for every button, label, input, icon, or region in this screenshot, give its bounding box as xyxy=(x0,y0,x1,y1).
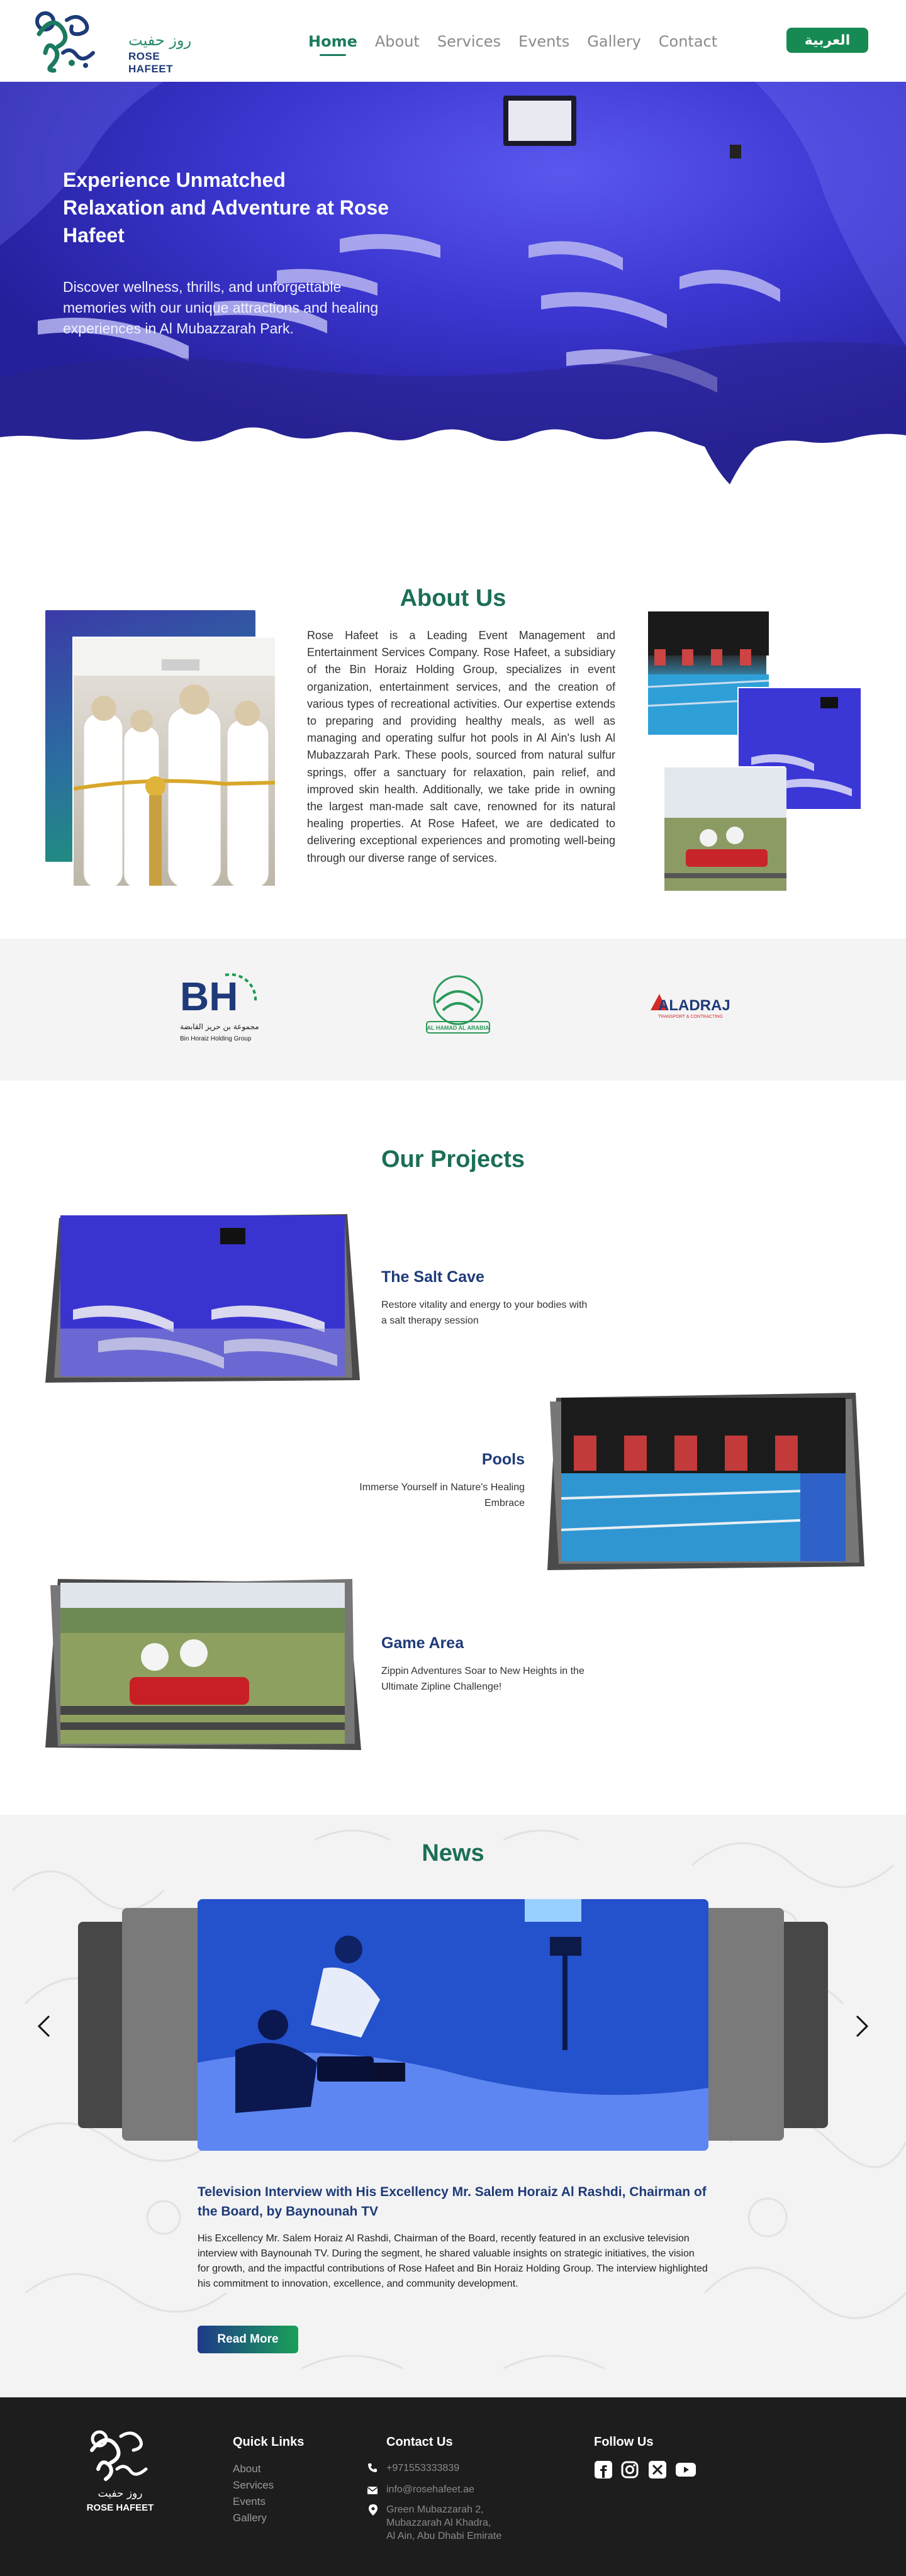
language-toggle-button[interactable]: العربية xyxy=(786,28,868,53)
chevron-left-icon xyxy=(37,2015,50,2038)
youtube-icon[interactable] xyxy=(676,2463,696,2477)
project-salt-cave-image[interactable] xyxy=(60,1215,345,1376)
nav-link-contact[interactable]: Contact xyxy=(659,33,717,52)
news-next-arrow[interactable] xyxy=(849,2009,875,2044)
footer-email[interactable]: info@rosehafeet.ae xyxy=(386,2483,474,2496)
svg-text:ROSE HAFEET: ROSE HAFEET xyxy=(87,2502,154,2513)
footer-address-line-1: Green Mubazzarah 2, xyxy=(386,2504,484,2515)
footer-link-about[interactable]: About xyxy=(233,2463,260,2475)
svg-text:Bin Horaiz Holding Group: Bin Horaiz Holding Group xyxy=(180,1035,252,1042)
about-body-text: Rose Hafeet is a Leading Event Managemen… xyxy=(307,629,615,864)
news-headline: Television Interview with His Excellency… xyxy=(198,2185,707,2219)
project-pools-image[interactable] xyxy=(561,1398,846,1561)
svg-text:TRANSPORT & CONTRACTING: TRANSPORT & CONTRACTING xyxy=(658,1015,723,1019)
top-navbar: روز حفيت ROSE HAFEET Home About Services… xyxy=(0,0,906,82)
projects-title: Our Projects xyxy=(381,1146,525,1173)
main-nav: Home About Services Events Gallery Conta… xyxy=(308,33,735,56)
footer-link-gallery[interactable]: Gallery xyxy=(233,2512,267,2524)
phone-icon xyxy=(368,2463,377,2472)
partners-strip: BH مجموعة بن حريز القابضة Bin Horaiz Hol… xyxy=(0,939,906,1081)
svg-text:ALADRAJ: ALADRAJ xyxy=(658,997,730,1014)
about-title: About Us xyxy=(400,585,506,611)
footer-quick-links-title: Quick Links xyxy=(233,2435,305,2449)
instagram-icon[interactable] xyxy=(620,2460,639,2479)
site-footer: روز حفيت ROSE HAFEET Quick Links About S… xyxy=(0,2397,906,2576)
footer-address-line-2: Mubazzarah Al Khadra, xyxy=(386,2517,491,2528)
hero-title: Experience Unmatched Relaxation and Adve… xyxy=(63,169,389,247)
nav-link-events[interactable]: Events xyxy=(518,33,569,52)
project-salt-cave-description: Restore vitality and energy to your bodi… xyxy=(381,1300,588,1326)
svg-text:روز حفيت: روز حفيت xyxy=(98,2487,143,2500)
footer-follow-title: Follow Us xyxy=(594,2435,654,2449)
read-more-button[interactable]: Read More xyxy=(198,2326,298,2353)
svg-text:AL HAMAD AL ARABIA: AL HAMAD AL ARABIA xyxy=(427,1025,489,1031)
news-prev-arrow[interactable] xyxy=(31,2009,57,2044)
news-slide-active-image[interactable] xyxy=(198,1899,708,2151)
x-icon[interactable] xyxy=(648,2460,667,2479)
svg-text:مجموعة بن حريز القابضة: مجموعة بن حريز القابضة xyxy=(180,1022,259,1032)
nav-link-about[interactable]: About xyxy=(375,33,420,52)
footer-address-line-3: Al Ain, Abu Dhabi Emirate xyxy=(386,2531,502,2541)
svg-text:BH: BH xyxy=(180,974,238,1019)
footer-contact-title: Contact Us xyxy=(386,2435,453,2449)
rose-hafeet-logo[interactable]: روز حفيت ROSE HAFEET xyxy=(33,9,203,75)
email-icon xyxy=(367,2487,378,2494)
project-pools-title: Pools xyxy=(481,1451,525,1468)
nav-link-home[interactable]: Home xyxy=(308,33,357,56)
news-section: News Television Interview with His Excel… xyxy=(0,1815,906,2397)
project-salt-cave-title: The Salt Cave xyxy=(381,1268,484,1286)
logo-text-arabic: روز حفيت xyxy=(128,31,192,49)
partner-logo-aladraj[interactable]: ALADRAJ TRANSPORT & CONTRACTING xyxy=(646,989,730,1020)
project-game-area-title: Game Area xyxy=(381,1634,464,1652)
about-collage-game-area-photo xyxy=(663,766,786,891)
facebook-icon[interactable] xyxy=(594,2460,613,2479)
footer-link-events[interactable]: Events xyxy=(233,2495,266,2508)
location-pin-icon xyxy=(369,2504,378,2516)
project-pools-description: Immerse Yourself in Nature's Healing Emb… xyxy=(359,1482,525,1508)
logo-mark-icon xyxy=(35,11,95,73)
footer-phone[interactable]: +971553333839 xyxy=(386,2462,459,2475)
logo-text-english: ROSE HAFEET xyxy=(128,50,173,75)
about-ribbon-cutting-photo xyxy=(72,637,276,887)
news-title: News xyxy=(422,1840,484,1866)
chevron-right-icon xyxy=(856,2015,869,2038)
hero-section: Experience Unmatched Relaxation and Adve… xyxy=(0,82,906,491)
partner-logo-bin-horaiz[interactable]: BH مجموعة بن حريز القابضة Bin Horaiz Hol… xyxy=(176,966,264,1048)
project-game-area-description: Zippin Adventures Soar to New Heights in… xyxy=(381,1666,584,1692)
hero-subtitle: Discover wellness, thrills, and unforget… xyxy=(63,279,379,337)
nav-link-services[interactable]: Services xyxy=(437,33,501,52)
footer-logo[interactable]: روز حفيت ROSE HAFEET xyxy=(86,2428,155,2516)
footer-link-services[interactable]: Services xyxy=(233,2479,274,2492)
nav-link-gallery[interactable]: Gallery xyxy=(587,33,640,52)
partner-logo-al-hamad[interactable]: AL HAMAD AL ARABIA xyxy=(418,971,498,1038)
news-body-text: His Excellency Mr. Salem Horaiz Al Rashd… xyxy=(198,2233,708,2289)
project-game-area-image[interactable] xyxy=(60,1583,345,1744)
